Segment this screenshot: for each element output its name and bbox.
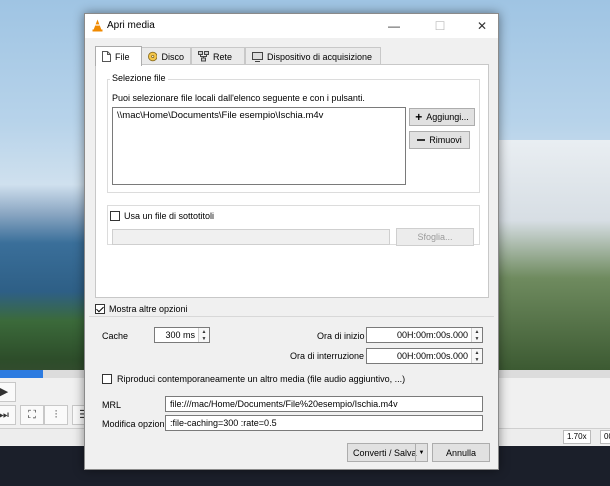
cache-label: Cache xyxy=(102,331,129,341)
tab-capture-device[interactable]: Dispositivo di acquisizione xyxy=(245,47,381,65)
seek-bar-fill xyxy=(0,370,43,378)
mrl-field[interactable]: file:///mac/Home/Documents/File%20esempi… xyxy=(165,396,483,412)
time-display: 00 xyxy=(600,430,610,444)
subtitles-checkbox[interactable] xyxy=(110,211,120,221)
show-more-options-label: Mostra altre opzioni xyxy=(109,304,188,314)
subtitles-path-field[interactable] xyxy=(112,229,390,245)
tab-file[interactable]: File xyxy=(95,46,142,66)
play-another-media-label: Riproduci contemporaneamente un altro me… xyxy=(117,374,406,384)
list-item[interactable]: \\mac\Home\Documents\File esempio\Ischia… xyxy=(117,110,401,121)
tab-disc[interactable]: Disco xyxy=(141,47,191,65)
minus-icon xyxy=(417,139,426,141)
mrl-label: MRL xyxy=(102,400,122,410)
convert-save-button[interactable]: Converti / Salva ▼ xyxy=(347,443,428,462)
divider xyxy=(89,316,494,317)
window-title: Apri media xyxy=(107,20,155,31)
spin-arrows-icon[interactable]: ▲ ▼ xyxy=(198,328,209,342)
play-another-media-checkbox[interactable] xyxy=(102,374,112,384)
file-tab-panel: Selezione file Puoi selezionare file loc… xyxy=(95,64,489,298)
maximize-icon[interactable]: ☐ xyxy=(425,14,455,38)
playback-speed[interactable]: 1.70x xyxy=(563,430,591,444)
cancel-button[interactable]: Annulla xyxy=(432,443,490,462)
title-bar: Apri media — ☐ ✕ xyxy=(85,14,498,38)
tab-label: Dispositivo di acquisizione xyxy=(267,51,373,62)
next-icon[interactable]: ⏭ xyxy=(0,405,16,425)
remove-button[interactable]: Rimuovi xyxy=(409,131,470,149)
file-list[interactable]: \\mac\Home\Documents\File esempio\Ischia… xyxy=(112,107,406,185)
spin-arrows-icon[interactable]: ▲ ▼ xyxy=(471,349,482,363)
open-media-dialog: Apri media — ☐ ✕ File Disco Rete Disposi… xyxy=(84,13,499,470)
play-icon[interactable]: ▶ xyxy=(0,382,16,402)
cache-spinbox[interactable]: 300 ms ▲ ▼ xyxy=(154,327,210,343)
browse-button[interactable]: Sfoglia... xyxy=(396,228,474,246)
dropdown-arrow-icon[interactable]: ▼ xyxy=(415,444,427,461)
video-background-right xyxy=(497,140,610,370)
subtitles-label: Usa un file di sottotitoli xyxy=(124,211,215,221)
stop-time-field[interactable]: 00H:00m:00s.000 ▲ ▼ xyxy=(366,348,483,364)
minimize-icon[interactable]: — xyxy=(379,14,409,38)
tab-label: Disco xyxy=(161,51,184,62)
edit-options-label: Modifica opzioni xyxy=(102,419,167,429)
start-time-label: Ora di inizio xyxy=(317,331,365,341)
start-time-field[interactable]: 00H:00m:00s.000 ▲ ▼ xyxy=(366,327,483,343)
fullscreen-icon[interactable]: ⛶ xyxy=(20,405,44,425)
equalizer-icon[interactable]: ⫶ xyxy=(44,405,68,425)
disc-icon xyxy=(148,51,158,62)
plus-icon: + xyxy=(415,110,423,124)
show-more-options-checkbox[interactable] xyxy=(95,304,105,314)
file-icon xyxy=(102,51,111,62)
network-icon xyxy=(198,51,209,62)
tab-label: File xyxy=(115,51,130,62)
spin-arrows-icon[interactable]: ▲ ▼ xyxy=(471,328,482,342)
tab-network[interactable]: Rete xyxy=(191,47,245,65)
vlc-cone-icon xyxy=(92,19,103,32)
capture-device-icon xyxy=(252,51,263,62)
stop-time-label: Ora di interruzione xyxy=(290,351,365,361)
close-icon[interactable]: ✕ xyxy=(467,14,497,38)
edit-options-field[interactable]: :file-caching=300 :rate=0.5 xyxy=(165,415,483,431)
file-selection-title: Selezione file xyxy=(110,73,168,83)
add-button[interactable]: + Aggiungi... xyxy=(409,108,475,126)
file-selection-description: Puoi selezionare file locali dall'elenco… xyxy=(112,93,365,103)
tab-label: Rete xyxy=(213,51,233,62)
